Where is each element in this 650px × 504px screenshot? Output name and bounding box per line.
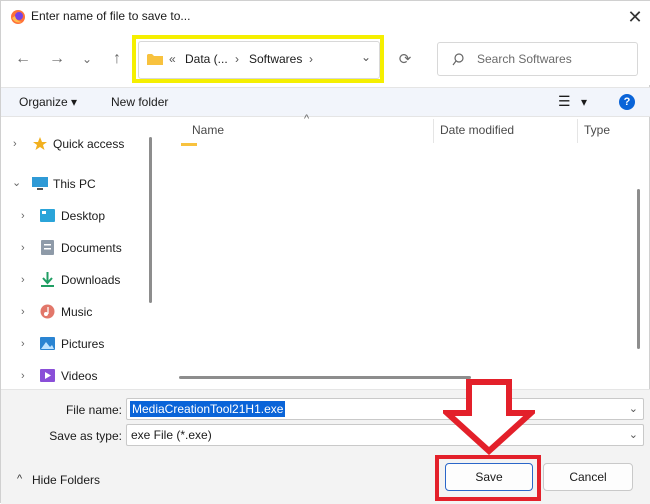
file-list xyxy=(161,118,641,386)
up-button[interactable]: ↑ xyxy=(105,47,129,71)
documents-icon xyxy=(41,240,54,255)
close-button[interactable]: ✕ xyxy=(621,4,649,30)
view-dropdown-icon[interactable]: ▾ xyxy=(581,95,587,109)
chevron-down-icon[interactable]: ⌄ xyxy=(629,402,638,415)
forward-button[interactable]: → xyxy=(45,47,69,71)
back-button[interactable]: ← xyxy=(11,47,35,71)
red-arrow-annotation xyxy=(443,379,535,455)
file-name-label: File name: xyxy=(65,403,122,417)
red-highlight-box xyxy=(435,455,541,501)
file-name-value[interactable]: MediaCreationTool21H1.exe xyxy=(130,401,286,417)
chevron-right-icon[interactable]: › xyxy=(13,134,17,154)
command-toolbar xyxy=(1,87,650,117)
yellow-highlight-box xyxy=(132,35,384,83)
star-icon xyxy=(33,137,47,150)
sidebar-item-label: This PC xyxy=(53,177,96,191)
sidebar-item-desktop[interactable]: › Desktop xyxy=(1,206,151,226)
chevron-up-icon[interactable]: ^ xyxy=(17,473,22,485)
file-name-input[interactable]: MediaCreationTool21H1.exe ⌄ xyxy=(126,398,644,420)
refresh-button[interactable]: ⟳ xyxy=(393,48,417,72)
pictures-icon xyxy=(40,337,55,350)
chevron-right-icon[interactable]: › xyxy=(21,206,25,226)
new-folder-button[interactable]: New folder xyxy=(111,95,168,109)
sidebar-item-label: Music xyxy=(61,305,93,319)
videos-icon xyxy=(40,369,55,382)
dialog-title: Enter name of file to save to... xyxy=(31,9,191,23)
title-bar: Enter name of file to save to... ✕ xyxy=(1,1,650,33)
save-as-type-label: Save as type: xyxy=(49,429,122,443)
column-divider[interactable] xyxy=(577,119,578,143)
desktop-icon xyxy=(40,209,55,222)
organize-menu[interactable]: Organize ▾ xyxy=(19,95,77,109)
navigation-pane: › Quick access ⌄ This PC › Desktop › Doc… xyxy=(1,118,157,386)
save-dialog: Enter name of file to save to... ✕ ← → ⌄… xyxy=(0,0,650,504)
download-icon xyxy=(41,272,54,287)
search-placeholder: Search Softwares xyxy=(477,52,572,66)
sidebar-item-quick-access[interactable]: › Quick access xyxy=(1,134,151,154)
chevron-right-icon[interactable]: › xyxy=(21,334,25,354)
sidebar-item-videos[interactable]: › Videos xyxy=(1,366,151,386)
chevron-right-icon[interactable]: › xyxy=(21,238,25,258)
hide-folders-button[interactable]: Hide Folders xyxy=(32,473,100,487)
column-header-date-modified[interactable]: Date modified xyxy=(440,123,514,137)
chevron-right-icon[interactable]: › xyxy=(21,270,25,290)
search-box[interactable]: Search Softwares xyxy=(437,42,638,76)
chevron-down-icon[interactable]: ⌄ xyxy=(12,173,21,193)
recent-locations-button[interactable]: ⌄ xyxy=(77,47,97,71)
sidebar-item-downloads[interactable]: › Downloads xyxy=(1,270,151,290)
save-as-type-select[interactable]: exe File (*.exe) ⌄ xyxy=(126,424,644,446)
column-header-type[interactable]: Type xyxy=(584,123,610,137)
chevron-right-icon[interactable]: › xyxy=(21,302,25,322)
sidebar-item-label: Documents xyxy=(61,241,122,255)
pc-icon xyxy=(32,177,48,190)
horizontal-scrollbar[interactable] xyxy=(179,376,471,379)
file-list-scrollbar[interactable] xyxy=(637,189,640,349)
sidebar-item-pictures[interactable]: › Pictures xyxy=(1,334,151,354)
help-icon[interactable]: ? xyxy=(619,94,635,110)
sidebar-item-label: Pictures xyxy=(61,337,105,351)
chevron-down-icon[interactable]: ⌄ xyxy=(629,428,638,441)
sidebar-item-label: Desktop xyxy=(61,209,106,223)
firefox-icon xyxy=(11,10,25,24)
sidebar-item-label: Quick access xyxy=(53,137,125,151)
sidebar-item-music[interactable]: › Music xyxy=(1,302,151,322)
music-icon xyxy=(40,304,55,319)
search-icon xyxy=(452,53,464,66)
column-divider[interactable] xyxy=(433,119,434,143)
view-icon[interactable]: ☰ xyxy=(558,93,571,110)
folder-icon xyxy=(181,143,197,146)
nav-pane-scrollbar[interactable] xyxy=(149,137,152,303)
sidebar-item-label: Downloads xyxy=(61,273,121,287)
sort-ascending-icon: ^ xyxy=(304,113,310,125)
column-header-name[interactable]: Name xyxy=(192,123,224,137)
chevron-right-icon[interactable]: › xyxy=(21,366,25,386)
sidebar-item-documents[interactable]: › Documents xyxy=(1,238,151,258)
sidebar-item-this-pc[interactable]: ⌄ This PC xyxy=(1,174,151,194)
cancel-button[interactable]: Cancel xyxy=(543,463,633,491)
save-as-type-value[interactable]: exe File (*.exe) xyxy=(131,428,212,442)
sidebar-item-label: Videos xyxy=(61,369,98,383)
